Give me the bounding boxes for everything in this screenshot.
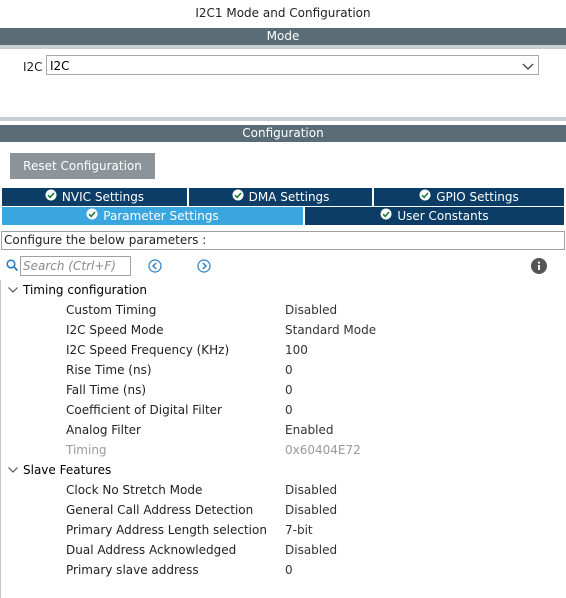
i2c-select-value: I2C: [50, 59, 70, 73]
previous-match-icon[interactable]: [148, 259, 162, 276]
param-name: Clock No Stretch Mode: [66, 483, 203, 497]
param-value[interactable]: Disabled: [285, 500, 337, 520]
group-label: Timing configuration: [23, 283, 147, 297]
param-row[interactable]: Rise Time (ns) 0: [1, 360, 565, 380]
param-value[interactable]: 100: [285, 340, 308, 360]
mode-divider: [0, 45, 566, 49]
param-value: 0x60404E72: [285, 443, 361, 457]
tab-dma-settings[interactable]: DMA Settings: [189, 188, 374, 206]
param-name: Dual Address Acknowledged: [66, 543, 237, 557]
window-title: I2C1 Mode and Configuration: [195, 6, 371, 20]
param-name: General Call Address Detection: [66, 503, 254, 517]
param-name: Primary slave address: [66, 563, 199, 577]
configuration-header: Configuration: [0, 125, 566, 142]
param-name: Rise Time (ns): [66, 363, 152, 377]
tab-user-constants[interactable]: User Constants: [305, 207, 564, 225]
search-icon: [6, 259, 19, 275]
tab-label: Parameter Settings: [103, 209, 219, 223]
check-circle-icon: [419, 188, 431, 206]
param-name: I2C Speed Mode: [66, 323, 164, 337]
param-value[interactable]: 0: [285, 560, 293, 580]
check-circle-icon: [232, 188, 244, 206]
param-value[interactable]: 0: [285, 360, 293, 380]
param-row[interactable]: Primary slave address 0: [1, 560, 565, 580]
config-divider: [0, 117, 566, 121]
i2c-mode-select[interactable]: I2C: [46, 55, 539, 75]
param-value[interactable]: Enabled: [285, 420, 334, 440]
tab-parameter-settings[interactable]: Parameter Settings: [2, 207, 305, 225]
param-row[interactable]: Clock No Stretch Mode Disabled: [1, 480, 565, 500]
param-value[interactable]: Disabled: [285, 540, 337, 560]
param-value[interactable]: 0: [285, 380, 293, 400]
parameters-header: Configure the below parameters :: [1, 231, 565, 250]
tab-gpio-settings[interactable]: GPIO Settings: [374, 188, 564, 206]
param-name: Timing: [66, 443, 107, 457]
param-name: I2C Speed Frequency (KHz): [66, 343, 230, 357]
i2c-label: I2C: [23, 60, 43, 74]
chevron-down-icon: [522, 60, 534, 74]
param-name: Analog Filter: [66, 423, 141, 437]
param-row[interactable]: I2C Speed Mode Standard Mode: [1, 320, 565, 340]
param-name: Custom Timing: [66, 303, 157, 317]
param-row[interactable]: Custom Timing Disabled: [1, 300, 565, 320]
search-input[interactable]: Search (Ctrl+F): [20, 256, 131, 276]
tab-label: GPIO Settings: [436, 190, 519, 204]
check-circle-icon: [45, 188, 57, 206]
tab-nvic-settings[interactable]: NVIC Settings: [2, 188, 189, 206]
param-value[interactable]: 7-bit: [285, 520, 313, 540]
next-match-icon[interactable]: [197, 259, 211, 276]
param-name: Coefficient of Digital Filter: [66, 403, 222, 417]
param-value[interactable]: Disabled: [285, 480, 337, 500]
tab-label: NVIC Settings: [61, 190, 145, 204]
info-icon[interactable]: [531, 258, 547, 277]
param-name: Fall Time (ns): [66, 383, 147, 397]
param-name: Primary Address Length selection: [66, 523, 267, 537]
group-label: Slave Features: [23, 463, 112, 477]
tab-label: DMA Settings: [248, 190, 330, 204]
param-row[interactable]: Primary Address Length selection 7-bit: [1, 520, 565, 540]
parameter-tree: Timing configuration Custom Timing Disabl…: [1, 280, 565, 598]
param-row[interactable]: General Call Address Detection Disabled: [1, 500, 565, 520]
check-circle-icon: [380, 207, 392, 225]
param-row-disabled: Timing 0x60404E72: [1, 440, 565, 460]
group-slave-features[interactable]: Slave Features: [1, 460, 565, 480]
param-row[interactable]: Fall Time (ns) 0: [1, 380, 565, 400]
param-value[interactable]: Standard Mode: [285, 320, 376, 340]
param-value[interactable]: 0: [285, 400, 293, 420]
param-row[interactable]: Coefficient of Digital Filter 0: [1, 400, 565, 420]
check-circle-icon: [86, 207, 98, 225]
param-row[interactable]: Analog Filter Enabled: [1, 420, 565, 440]
param-value[interactable]: Disabled: [285, 300, 337, 320]
param-row[interactable]: I2C Speed Frequency (KHz) 100: [1, 340, 565, 360]
param-row[interactable]: Dual Address Acknowledged Disabled: [1, 540, 565, 560]
mode-header: Mode: [0, 28, 566, 45]
tab-label: User Constants: [397, 209, 489, 223]
group-timing-configuration[interactable]: Timing configuration: [1, 280, 565, 300]
reset-configuration-button[interactable]: Reset Configuration: [10, 153, 155, 179]
